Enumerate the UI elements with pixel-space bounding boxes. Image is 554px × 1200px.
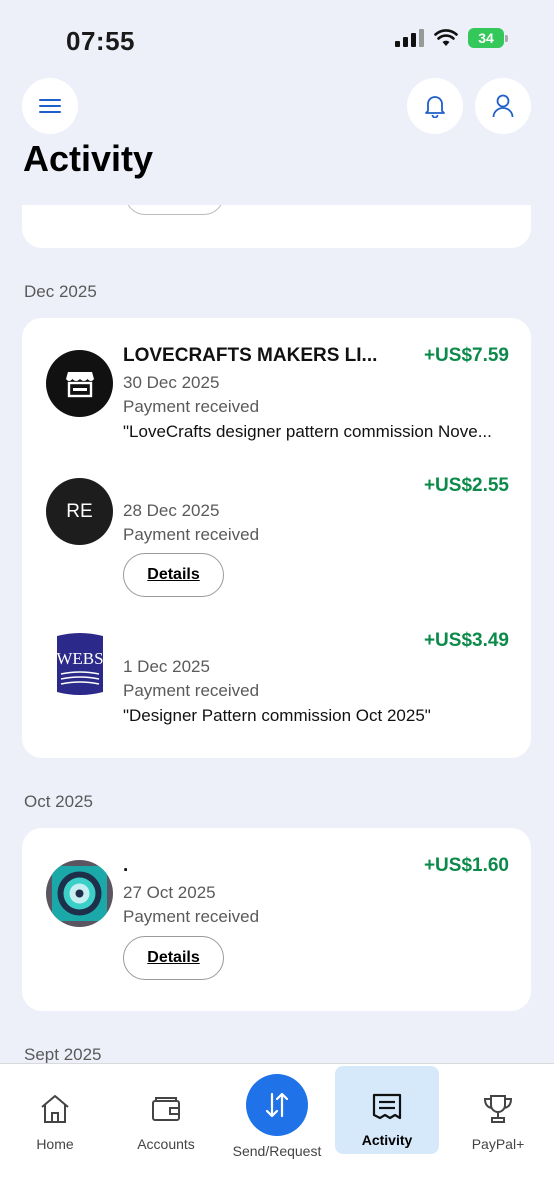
receipt-icon [371, 1092, 403, 1122]
nav-activity[interactable]: Activity [335, 1066, 439, 1154]
transaction-note: "Designer Pattern commission Oct 2025" [123, 706, 431, 725]
transaction-amount: +US$3.49 [423, 630, 509, 651]
transfer-arrows-icon [265, 1092, 289, 1118]
user-icon [492, 94, 514, 118]
nav-home[interactable]: Home [3, 1064, 107, 1164]
transaction-amount: +US$1.60 [423, 855, 509, 876]
merchant-name: LOVECRAFTS MAKERS LI... [123, 345, 378, 366]
month-header: Sept 2025 [24, 1045, 102, 1063]
bottom-nav: Home Accounts Send/Request Activity PayP… [0, 1063, 554, 1200]
transaction-status: Payment received [123, 907, 260, 926]
transaction-status: Payment received [123, 525, 260, 544]
battery-level: 34 [468, 28, 504, 48]
details-button[interactable]: Details [123, 936, 224, 980]
signal-icon [395, 29, 424, 47]
activity-list[interactable]: Dec 2025 LOVECRAFTS MAKERS LI... +US$7.5… [0, 205, 554, 1063]
nav-paypal-plus[interactable]: PayPal+ [446, 1064, 550, 1164]
trophy-icon [482, 1094, 514, 1124]
merchant-name: . [123, 855, 129, 876]
notifications-button[interactable] [407, 78, 463, 134]
transaction-amount: +US$2.55 [423, 475, 509, 496]
transaction-row[interactable]: RE +US$2.55 28 Dec 2025 Payment received… [22, 463, 531, 603]
nav-accounts[interactable]: Accounts [114, 1064, 218, 1164]
wallet-icon [151, 1094, 181, 1124]
status-time: 07:55 [66, 26, 135, 56]
transaction-date: 1 Dec 2025 [123, 657, 210, 676]
avatar-initials: RE [46, 478, 113, 545]
photo-avatar [46, 860, 113, 927]
home-icon [39, 1094, 71, 1124]
transaction-date: 30 Dec 2025 [123, 373, 220, 392]
bell-icon [425, 96, 445, 118]
transaction-row[interactable]: LOVECRAFTS MAKERS LI... +US$7.59 30 Dec … [22, 318, 531, 458]
nav-label: PayPal+ [471, 1136, 525, 1152]
transactions-card-dec: LOVECRAFTS MAKERS LI... +US$7.59 30 Dec … [22, 318, 531, 758]
wifi-icon [434, 29, 458, 47]
details-button-partial[interactable] [125, 205, 224, 215]
transaction-note: "LoveCrafts designer pattern commission … [123, 422, 492, 441]
store-icon [46, 350, 113, 417]
transaction-date: 28 Dec 2025 [123, 501, 220, 520]
hamburger-icon [39, 99, 61, 113]
month-header: Dec 2025 [24, 282, 97, 301]
nav-label: Activity [361, 1132, 413, 1148]
send-request-button[interactable] [246, 1074, 308, 1136]
transaction-row[interactable]: . +US$1.60 27 Oct 2025 Payment received … [22, 828, 531, 1011]
month-header: Oct 2025 [24, 792, 93, 811]
details-button[interactable]: Details [123, 553, 224, 597]
transactions-card-oct: . +US$1.60 27 Oct 2025 Payment received … [22, 828, 531, 1011]
battery-icon: 34 [468, 28, 508, 48]
transaction-date: 27 Oct 2025 [123, 883, 216, 902]
transaction-status: Payment received [123, 681, 260, 700]
nav-label: Send/Request [232, 1143, 322, 1159]
profile-button[interactable] [475, 78, 531, 134]
transaction-row[interactable]: WEBS +US$3.49 1 Dec 2025 Payment receive… [22, 618, 531, 758]
nav-label: Accounts [137, 1136, 195, 1152]
webs-logo: WEBS [46, 633, 113, 700]
nav-label: Home [36, 1136, 74, 1152]
webs-logo-text: WEBS [56, 649, 103, 668]
transaction-status: Payment received [123, 397, 260, 416]
page-title: Activity [23, 138, 154, 179]
transaction-amount: +US$7.59 [423, 345, 509, 366]
previous-card [22, 205, 531, 248]
status-icons: 34 [395, 28, 508, 48]
menu-button[interactable] [22, 78, 78, 134]
